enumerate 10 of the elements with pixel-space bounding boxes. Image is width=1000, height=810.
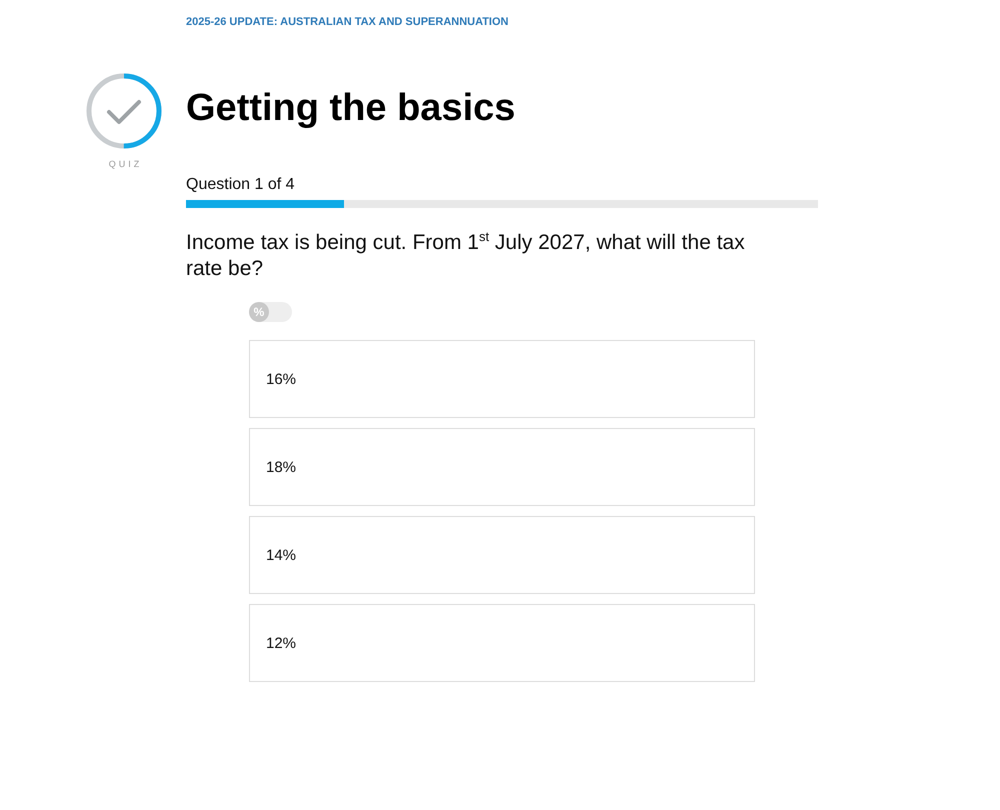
question-text: Income tax is being cut. From 1$^{st}$ July 2027, what will the tax rate be? (186, 230, 746, 282)
answer-option[interactable]: 12% (249, 604, 755, 682)
quiz-checkmark-icon (85, 72, 163, 150)
quiz-title: Getting the basics (186, 86, 516, 131)
question-counter: Question 1 of 4 (186, 175, 295, 195)
answer-option[interactable]: 16% (249, 340, 755, 418)
answer-option[interactable]: 14% (249, 516, 755, 594)
answer-option[interactable]: 18% (249, 428, 755, 506)
quiz-label: QUIZ (108, 158, 142, 170)
course-title: 2025-26 UPDATE: AUSTRALIAN TAX AND SUPERANNUATION (186, 15, 508, 29)
